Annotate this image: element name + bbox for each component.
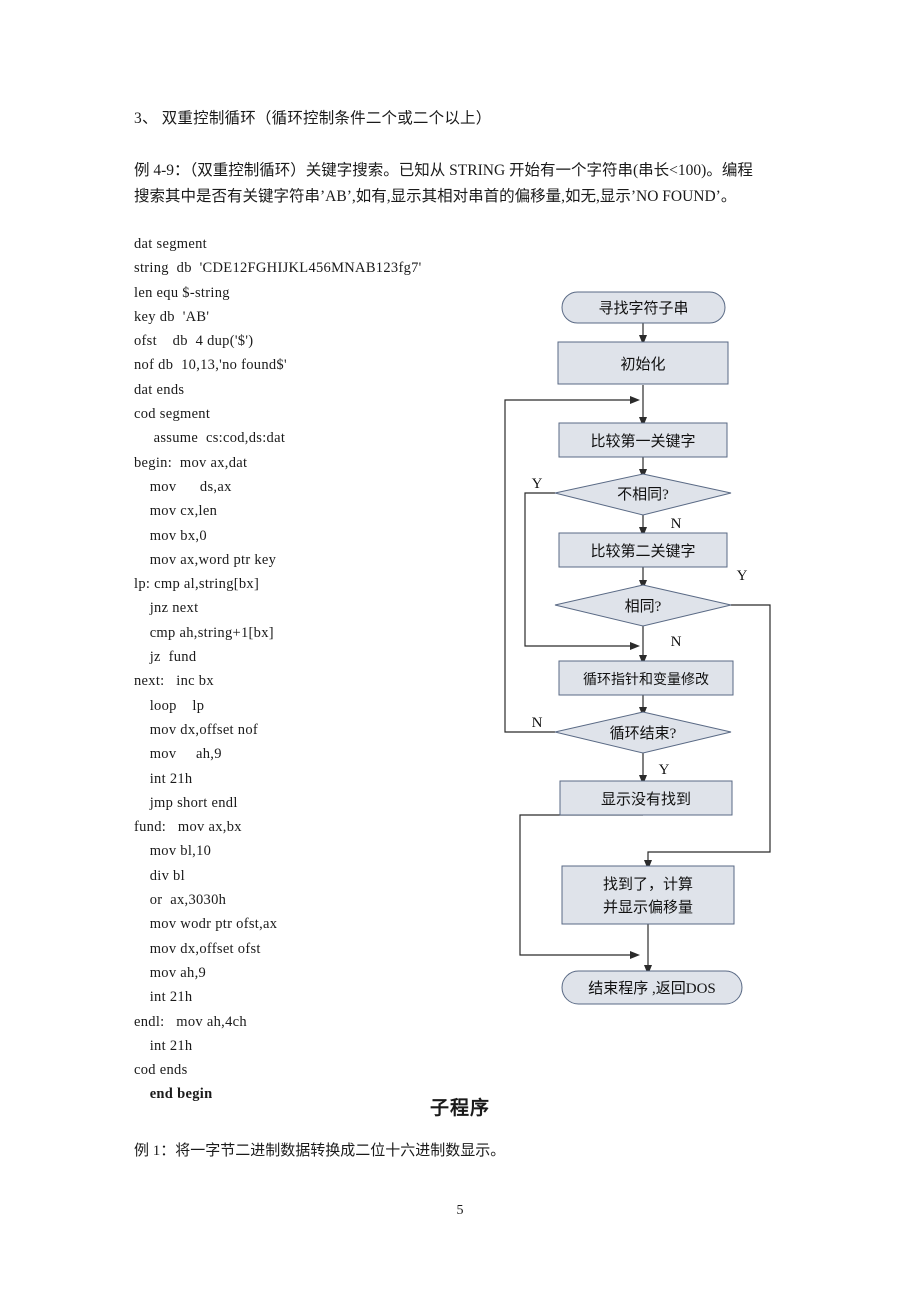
branch-label-loopend-no: N [532, 715, 543, 731]
code-line: jmp short endl [134, 794, 238, 811]
code-line: mov dx,offset ofst [134, 940, 261, 957]
program-flowchart: 寻找字符子串 初始化 比较第一关键字 不相同? 比较第二关键字 相同? 循环指针… [480, 280, 810, 1020]
code-line: assume cs:cod,ds:dat [134, 430, 286, 447]
code-line: jnz next [134, 600, 199, 617]
branch-label-diff-no: N [671, 516, 682, 532]
flow-node-different-decision-label: 不相同? [617, 486, 669, 503]
flow-node-compare-first-key-label: 比较第一关键字 [590, 432, 695, 450]
code-line: div bl [134, 867, 185, 884]
document-page: 3、 双重控制循环（循环控制条件二个或二个以上） 例 4-9：（双重控制循环）关… [0, 0, 920, 1302]
figure-caption: 子程序 [429, 1098, 490, 1119]
assembly-code-listing: dat segment string db 'CDE12FGHIJKL456MNA… [134, 232, 504, 1107]
code-line: or ax,3030h [134, 892, 227, 909]
example-intro: 例 4-9：（双重控制循环）关键字搜索。已知从 STRING 开始有一个字符串(… [134, 158, 789, 210]
flow-node-init: 初始化 [557, 341, 729, 385]
code-line: cmp ah,string+1[bx] [134, 624, 274, 641]
flow-node-different-decision: 不相同? [554, 473, 732, 516]
flow-node-update-pointer-label: 循环指针和变量修改 [583, 672, 709, 688]
flow-node-loop-end-decision: 循环结束? [554, 711, 732, 754]
flow-node-start: 寻找字符子串 [561, 291, 726, 324]
edge-diff-yes-loopback [524, 492, 640, 650]
code-line: fund: mov ax,bx [134, 819, 242, 836]
code-line: jz fund [134, 649, 197, 666]
code-line: mov dx,offset nof [134, 721, 259, 738]
code-line: mov wodr ptr ofst,ax [134, 916, 278, 933]
flow-node-init-label: 初始化 [620, 356, 665, 373]
flow-node-end-label: 结束程序 ,返回DOS [588, 980, 716, 997]
flow-node-same-decision: 相同? [554, 584, 732, 627]
flow-node-compare-second-key-label: 比较第二关键字 [590, 542, 695, 560]
flow-node-compare-second-key: 比较第二关键字 [558, 532, 728, 568]
flow-node-found-calculate-label-line1: 找到了，计算 [603, 875, 693, 893]
code-line: nof db 10,13,'no found$' [134, 357, 287, 374]
flow-node-found-calculate: 找到了，计算 并显示偏移量 [561, 865, 735, 925]
code-line: cod ends [134, 1062, 188, 1079]
code-line: begin: mov ax,dat [134, 454, 248, 471]
code-line: mov bl,10 [134, 843, 212, 860]
code-line: mov ah,9 [134, 964, 207, 981]
code-line: int 21h [134, 770, 193, 787]
next-example-note: 例 1：将一字节二进制数据转换成二位十六进制数显示。 [134, 1143, 506, 1159]
flow-node-end: 结束程序 ,返回DOS [561, 970, 743, 1005]
code-line: mov ah,9 [134, 746, 222, 763]
flow-node-update-pointer: 循环指针和变量修改 [558, 660, 734, 696]
flow-node-loop-end-decision-label: 循环结束? [610, 725, 677, 742]
code-line: int 21h [134, 989, 193, 1006]
branch-label-same-no: N [671, 634, 682, 650]
code-line: dat ends [134, 381, 185, 398]
code-line: lp: cmp al,string[bx] [134, 576, 260, 593]
flow-node-display-not-found-label: 显示没有找到 [601, 791, 691, 808]
code-line: cod segment [134, 406, 211, 423]
section-heading: 3、 双重控制循环（循环控制条件二个或二个以上） [134, 110, 492, 127]
flow-node-display-not-found: 显示没有找到 [559, 780, 733, 816]
code-line: loop lp [134, 697, 205, 714]
code-line: int 21h [134, 1037, 193, 1054]
code-line: ofst db 4 dup('$') [134, 333, 254, 350]
example-intro-line-1: 例 4-9：（双重控制循环）关键字搜索。已知从 STRING 开始有一个字符串(… [134, 162, 753, 179]
code-line: string db 'CDE12FGHIJKL456MNAB123fg7' [134, 260, 422, 277]
code-line: mov bx,0 [134, 527, 207, 544]
code-line: mov ax,word ptr key [134, 551, 277, 568]
branch-label-same-yes: Y [737, 568, 748, 584]
code-line: mov ds,ax [134, 478, 232, 495]
code-line: key db 'AB' [134, 308, 210, 325]
code-line: mov cx,len [134, 503, 218, 520]
flow-node-compare-first-key: 比较第一关键字 [558, 422, 728, 458]
branch-label-loopend-yes: Y [659, 762, 670, 778]
flow-node-found-calculate-label-line2: 并显示偏移量 [603, 899, 693, 916]
example-intro-line-2: 搜索其中是否有关键字符串’AB’,如有,显示其相对串首的偏移量,如无,显示’NO… [134, 188, 737, 205]
branch-label-diff-yes: Y [532, 476, 543, 492]
code-line: next: inc bx [134, 673, 214, 690]
flow-node-same-decision-label: 相同? [625, 598, 662, 615]
flow-node-start-label: 寻找字符子串 [598, 300, 688, 317]
code-line: dat segment [134, 236, 207, 252]
code-line: len equ $-string [134, 284, 230, 301]
code-line: endl: mov ah,4ch [134, 1013, 247, 1030]
page-number: 5 [456, 1203, 464, 1218]
